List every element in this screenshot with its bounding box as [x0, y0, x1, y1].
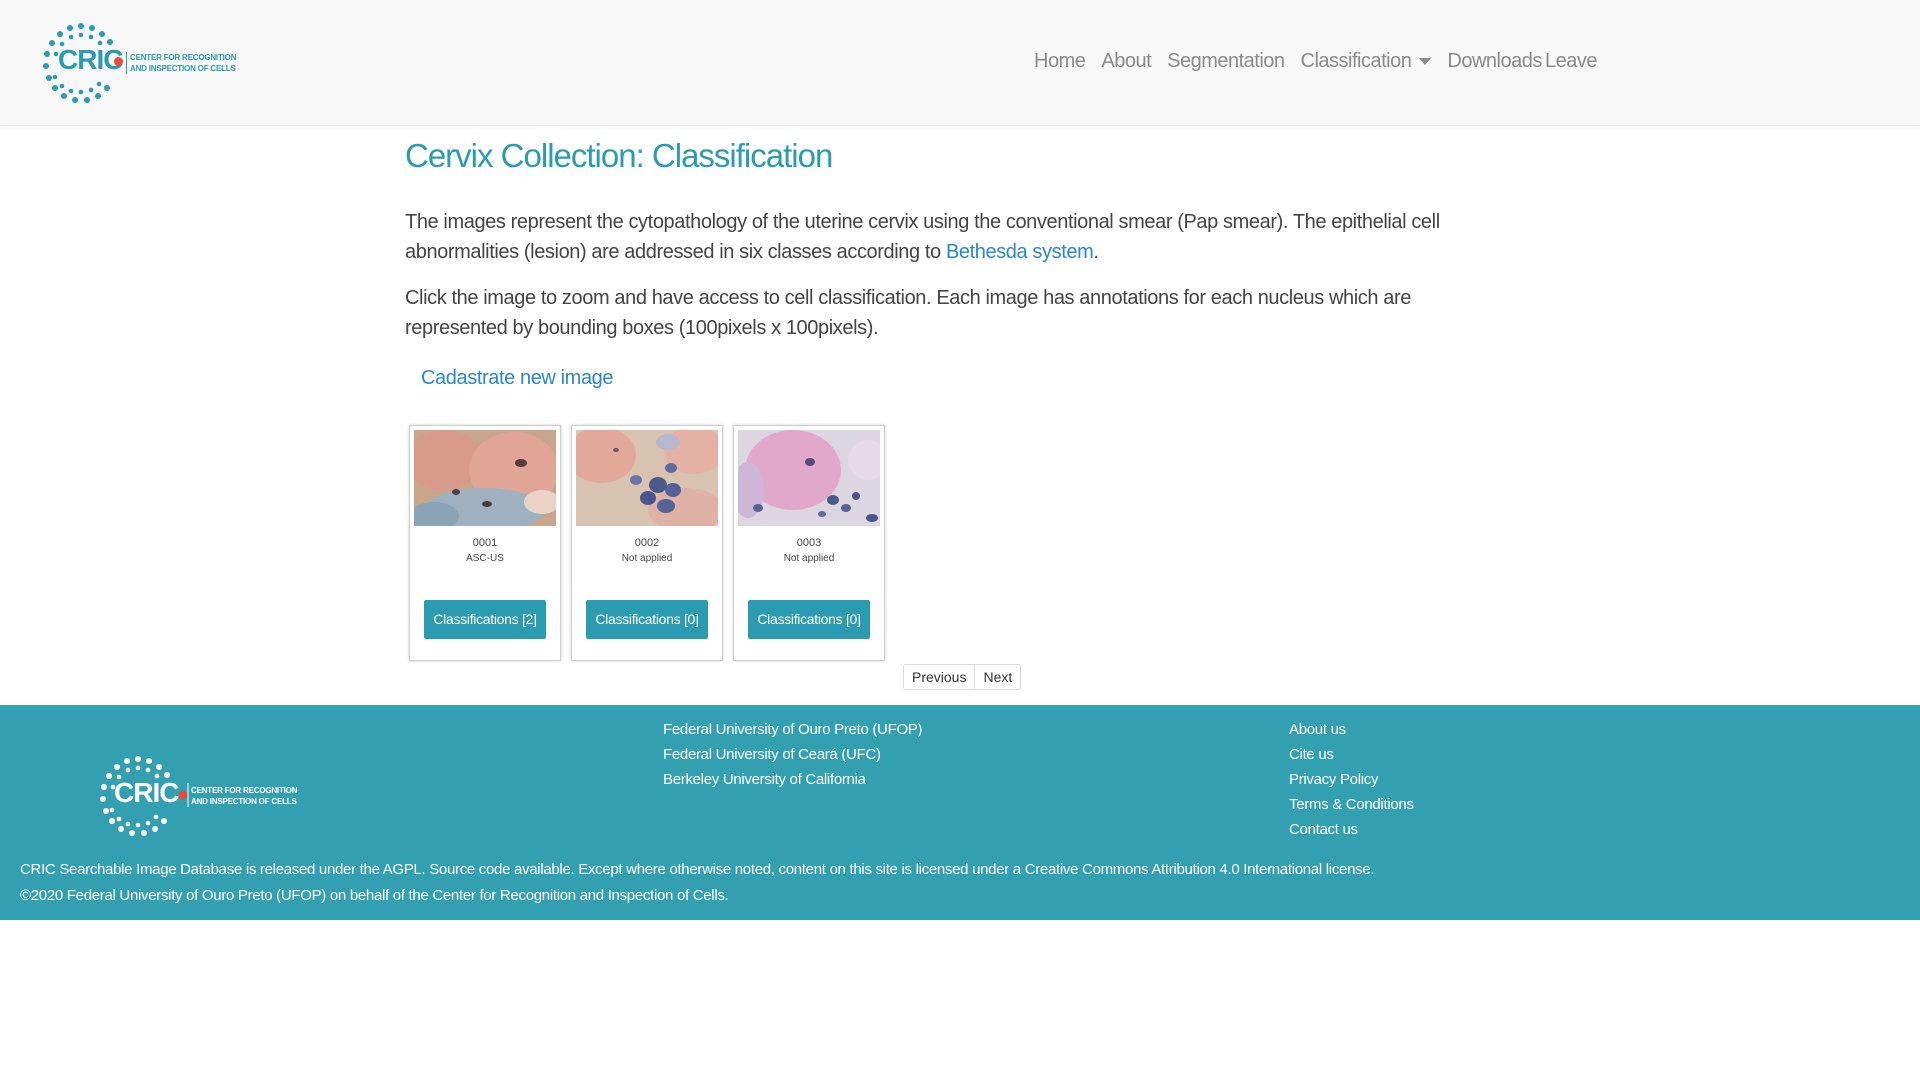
intro-paragraph: The images represent the cytopathology o… — [405, 207, 1505, 267]
nav-downloads[interactable]: Downloads — [1447, 50, 1542, 73]
nav-about[interactable]: About — [1101, 50, 1151, 73]
logo-tagline-line1: CENTER FOR RECOGNITION — [130, 53, 237, 62]
footer-logo-wordmark: CRIC — [114, 777, 179, 808]
cell-image-0001 — [414, 430, 556, 526]
image-class: Not applied — [621, 553, 673, 564]
image-card: 0002 Not applied Classifications [0] — [571, 425, 723, 661]
image-card: 0001 ASC-US Classifications [2] — [409, 425, 561, 661]
copyright-line: ©2020 Federal University of Ouro Preto (… — [20, 887, 729, 904]
image-class: Not applied — [783, 553, 835, 564]
footer-logo-tagline-line1: CENTER FOR RECOGNITION — [191, 786, 298, 795]
logo-tagline: CENTER FOR RECOGNITION AND INSPECTION OF… — [126, 52, 236, 74]
nav-leave[interactable]: Leave — [1545, 50, 1598, 73]
intro-text: The images represent the cytopathology o… — [405, 211, 1440, 263]
chevron-down-icon — [1419, 58, 1432, 66]
classifications-button[interactable]: Classifications [0] — [586, 600, 708, 639]
image-id: 0002 — [634, 537, 660, 549]
instructions-paragraph: Click the image to zoom and have access … — [405, 287, 1411, 339]
bethesda-system-link[interactable]: Bethesda system — [946, 241, 1094, 263]
cell-image-thumbnail[interactable] — [738, 430, 880, 526]
university-ufc: Federal University of Ceará (UFC) — [663, 746, 881, 763]
footer-cric-logo: CRIC CENTER FOR RECOGNITION AND INSPECTI… — [97, 755, 297, 837]
image-class: ASC-US — [466, 553, 504, 564]
intro-text-end: . — [1093, 241, 1099, 263]
pagination: Previous Next — [903, 664, 1022, 690]
image-card: 0003 Not applied Classifications [0] — [733, 425, 885, 661]
classifications-button[interactable]: Classifications [0] — [748, 600, 870, 639]
footer-link-contact-us[interactable]: Contact us — [1289, 817, 1414, 842]
nav-segmentation[interactable]: Segmentation — [1167, 50, 1285, 73]
classifications-button[interactable]: Classifications [2] — [424, 600, 546, 639]
university-berkeley: Berkeley University of California — [663, 771, 866, 788]
footer-links: About us Cite us Privacy Policy Terms & … — [1289, 717, 1414, 842]
footer-link-privacy-policy[interactable]: Privacy Policy — [1289, 767, 1414, 792]
nav-classification-label: Classification — [1300, 50, 1412, 72]
cell-image-0002 — [576, 430, 718, 526]
logo-red-dot — [114, 57, 123, 66]
footer-logo-tagline-line2: AND INSPECTION OF CELLS — [191, 797, 297, 806]
cadastrate-new-image-link[interactable]: Cadastrate new image — [421, 367, 614, 390]
cric-logo[interactable]: CRIC CENTER FOR RECOGNITION AND INSPECTI… — [40, 22, 236, 104]
nav-classification-dropdown[interactable]: Classification — [1301, 50, 1432, 73]
previous-page-button[interactable]: Previous — [904, 665, 974, 689]
footer-link-terms[interactable]: Terms & Conditions — [1289, 792, 1414, 817]
cell-image-thumbnail[interactable] — [414, 430, 556, 526]
page-title: Cervix Collection: Classification — [405, 137, 833, 174]
university-ufop: Federal University of Ouro Preto (UFOP) — [663, 721, 923, 738]
cell-image-thumbnail[interactable] — [576, 430, 718, 526]
license-line: CRIC Searchable Image Database is releas… — [20, 861, 1375, 878]
image-id: 0003 — [796, 537, 822, 549]
footer-logo-tagline: CENTER FOR RECOGNITION AND INSPECTION OF… — [191, 785, 297, 807]
image-id: 0001 — [472, 537, 498, 549]
cell-image-0003 — [738, 430, 880, 526]
nav-menu: Home About Segmentation Classification D… — [1034, 50, 1558, 73]
nav-home[interactable]: Home — [1034, 50, 1086, 73]
footer-link-cite-us[interactable]: Cite us — [1289, 742, 1414, 767]
footer-universities: Federal University of Ouro Preto (UFOP) … — [663, 717, 923, 792]
footer-link-about-us[interactable]: About us — [1289, 717, 1414, 742]
footer: CRIC CENTER FOR RECOGNITION AND INSPECTI… — [0, 705, 1920, 920]
license-notice: CRIC Searchable Image Database is releas… — [20, 857, 1375, 909]
logo-wordmark: CRIC — [58, 44, 123, 75]
logo-tagline-line2: AND INSPECTION OF CELLS — [130, 64, 236, 73]
image-card-list: 0001 ASC-US Classifications [2] 0002 Not… — [409, 425, 895, 661]
next-page-button[interactable]: Next — [974, 665, 1020, 689]
navbar: CRIC CENTER FOR RECOGNITION AND INSPECTI… — [0, 0, 1920, 126]
